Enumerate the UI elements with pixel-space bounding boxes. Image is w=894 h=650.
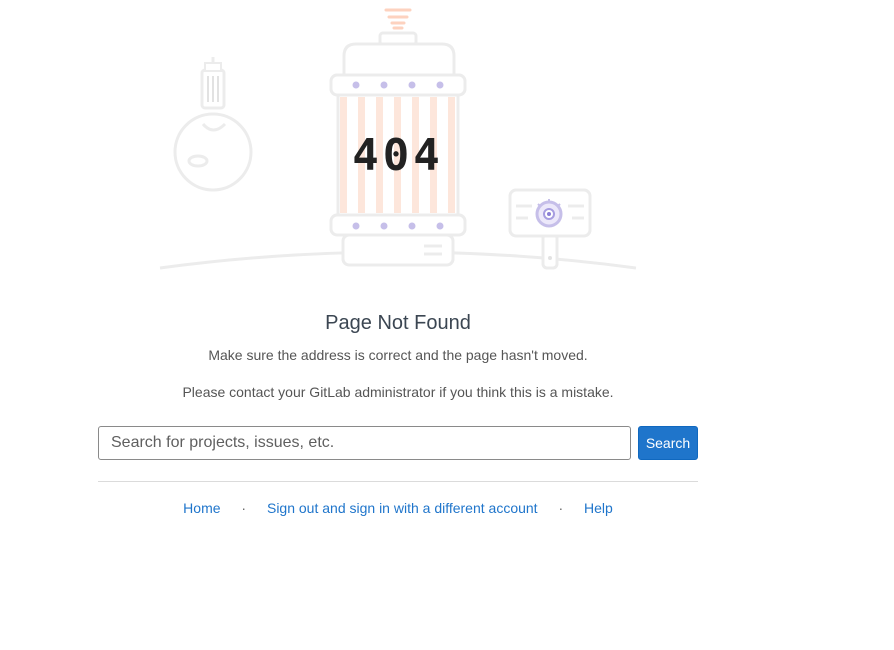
sign-out-link[interactable]: Sign out and sign in with a different ac… xyxy=(267,500,538,516)
error-page: 404 Page Not Found Make sure the address… xyxy=(0,0,894,650)
help-link[interactable]: Help xyxy=(584,500,613,516)
planet-icon xyxy=(173,57,253,192)
error-message-secondary: Please contact your GitLab administrator… xyxy=(182,384,614,400)
error-illustration: 404 xyxy=(0,0,894,290)
link-separator: · xyxy=(558,500,564,516)
home-link[interactable]: Home xyxy=(183,500,220,516)
search-input[interactable] xyxy=(98,426,631,460)
page-title: Page Not Found xyxy=(325,312,471,334)
search-button[interactable]: Search xyxy=(638,426,698,460)
footer-links: Home · Sign out and sign in with a diffe… xyxy=(98,498,698,518)
divider xyxy=(98,481,698,482)
error-code: 404 xyxy=(352,130,444,181)
error-message-primary: Make sure the address is correct and the… xyxy=(208,347,588,363)
link-separator: · xyxy=(241,500,247,516)
